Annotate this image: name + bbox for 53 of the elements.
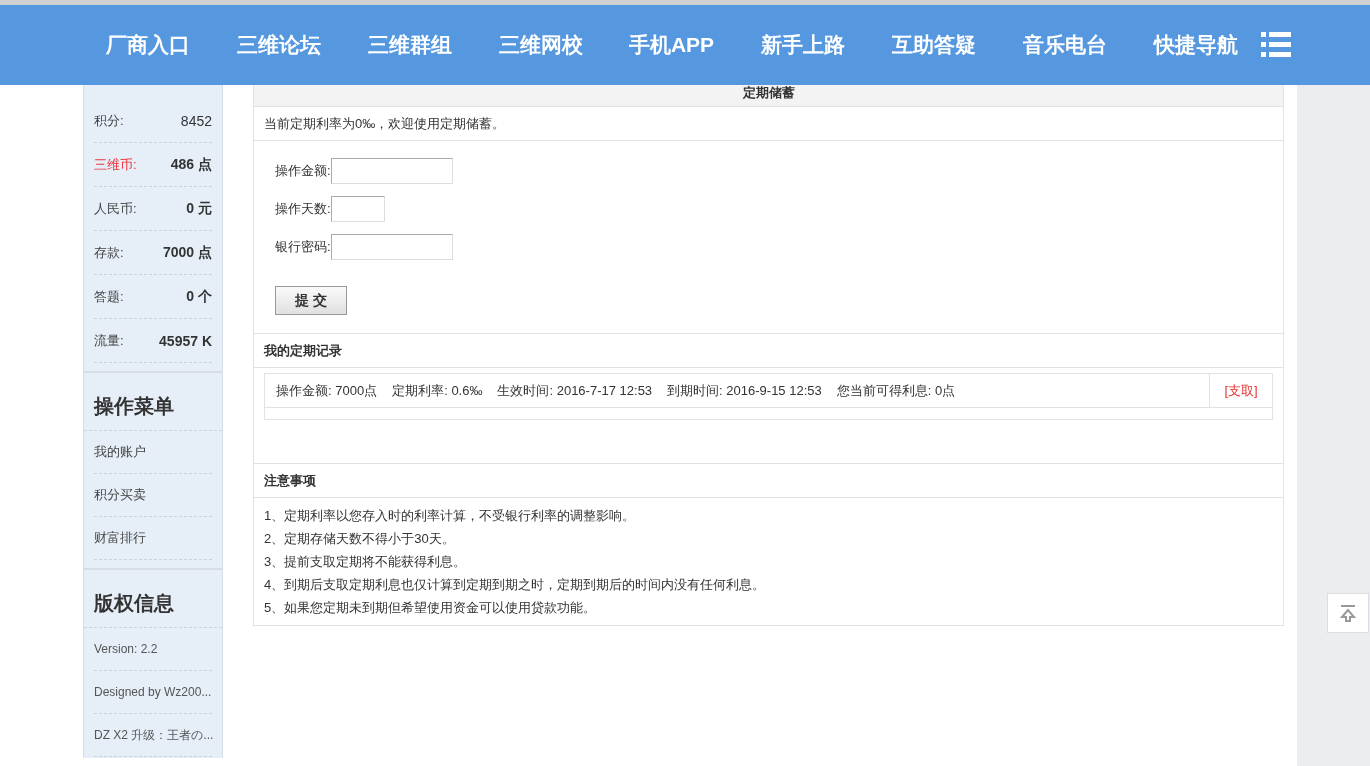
- note-text: 1、定期利率以您存入时的利率计算，不受银行利率的调整影响。: [264, 507, 637, 525]
- up-arrow-icon: [1339, 604, 1357, 622]
- record-text: 您当前可得利息: 0点: [836, 381, 956, 400]
- stat-value: 7000 点: [162, 243, 212, 262]
- back-to-top-button[interactable]: [1327, 593, 1369, 633]
- record-text: 生效时间: 2016-7-17 12:53: [497, 381, 653, 400]
- input-field[interactable]: [330, 196, 385, 222]
- record-text: 到期时间: 2016-9-15 12:53: [667, 381, 822, 400]
- menu-icon[interactable]: [1261, 32, 1291, 58]
- menu-link[interactable]: 财富排行: [94, 517, 212, 560]
- input-field[interactable]: [330, 234, 453, 260]
- stat-label: 存款:: [94, 243, 124, 262]
- nav-link[interactable]: 三维群组: [344, 31, 475, 59]
- record-text: 定期利率: 0.6‰: [392, 381, 483, 400]
- field-label: 操作天数:: [275, 200, 331, 218]
- stat-value: 486 点: [170, 155, 212, 174]
- info-text: DZ X2 升级：王者の...: [94, 714, 212, 757]
- stat-value: 8452: [180, 112, 212, 129]
- record-text: 操作金额: 7000点: [276, 381, 378, 400]
- submit-button[interactable]: 提 交: [275, 286, 347, 315]
- nav-link[interactable]: 三维论坛: [213, 31, 344, 59]
- info-text: Designed by Wz200...: [94, 671, 212, 714]
- note-text: 5、如果您定期未到期但希望使用资金可以使用贷款功能。: [264, 599, 598, 617]
- stat-value: 45957 K: [159, 332, 212, 349]
- stat-value: 0 个: [186, 287, 212, 306]
- menu-link[interactable]: 我的账户: [94, 431, 212, 474]
- stat-label: 积分:: [94, 111, 124, 130]
- note-text: 4、到期后支取定期利息也仅计算到定期到期之时，定期到期后的时间内没有任何利息。: [264, 576, 767, 594]
- nav-link[interactable]: 互助答疑: [868, 31, 999, 59]
- input-field[interactable]: [330, 158, 453, 184]
- nav-link[interactable]: 音乐电台: [999, 31, 1130, 59]
- menu-link[interactable]: 积分买卖: [94, 474, 212, 517]
- stat-label: 答题:: [94, 287, 124, 306]
- field-label: 操作金额:: [275, 162, 331, 180]
- section-heading: 我的定期记录: [254, 334, 1283, 368]
- withdraw-link[interactable]: [支取]: [1224, 381, 1258, 400]
- nav-link[interactable]: 厂商入口: [82, 31, 213, 59]
- info-text: Version: 2.2: [94, 628, 212, 671]
- section-heading: 注意事项: [254, 464, 1283, 498]
- nav-link[interactable]: 新手上路: [737, 31, 868, 59]
- stat-label: 流量:: [94, 331, 124, 350]
- nav-link[interactable]: 手机APP: [606, 31, 737, 59]
- stat-label: 三维币:: [94, 155, 137, 174]
- note-text: 3、提前支取定期将不能获得利息。: [264, 553, 468, 571]
- stat-label: 人民币:: [94, 199, 137, 218]
- stat-value: 0 元: [186, 199, 212, 218]
- section-title: 版权信息: [84, 570, 222, 628]
- nav-link[interactable]: 三维网校: [475, 31, 606, 59]
- field-label: 银行密码:: [275, 238, 331, 256]
- nav-link[interactable]: 快捷导航: [1130, 31, 1261, 59]
- section-title: 操作菜单: [84, 373, 222, 431]
- notice-text: 当前定期利率为0‰，欢迎使用定期储蓄。: [254, 107, 1283, 141]
- note-text: 2、定期存储天数不得小于30天。: [264, 530, 456, 548]
